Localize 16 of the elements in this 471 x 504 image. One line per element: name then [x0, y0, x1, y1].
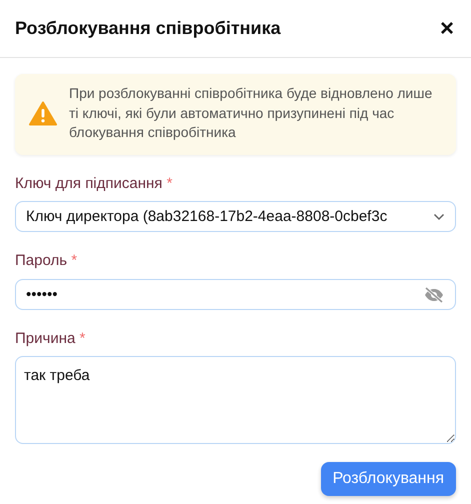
close-button[interactable]: × [438, 16, 456, 40]
chevron-down-icon [433, 212, 445, 221]
key-select[interactable]: Ключ директора (8ab32168-17b2-4eaa-8808-0cbef3c [15, 201, 456, 232]
required-asterisk: * [71, 252, 78, 270]
eye-slash-icon[interactable] [424, 286, 444, 303]
dialog-title: Розблокування співробітника [15, 18, 281, 40]
warning-icon [29, 100, 57, 126]
warning-text: При розблокуванні співробітника буде відновлено лише ті ключі, які були автоматично призупинені під час блокування співробітника [69, 84, 434, 142]
field-label: Пароль * [15, 251, 78, 272]
reason-textarea[interactable]: так треба [15, 356, 456, 444]
field-label: Причина * [15, 328, 86, 349]
required-asterisk: * [166, 174, 172, 192]
unblock-button[interactable]: Розблокування [320, 462, 456, 496]
required-asterisk: * [80, 330, 86, 347]
field-label: Ключ для підписання * [15, 174, 172, 194]
password-field[interactable]: •••••• [15, 278, 456, 310]
